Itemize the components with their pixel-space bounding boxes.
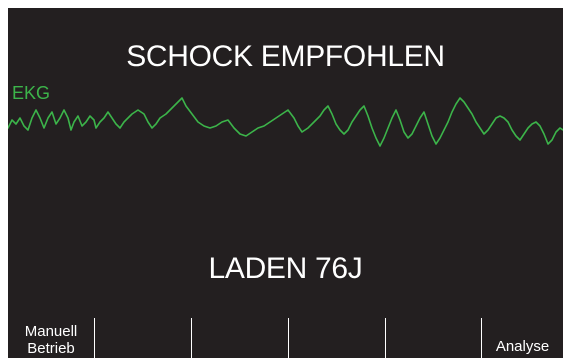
defibrillator-screen: SCHOCK EMPFOHLEN EKG LADEN 76J Manuell B… <box>8 8 563 358</box>
softkey-manual-mode-line2: Betrieb <box>27 340 75 357</box>
charge-status: LADEN 76J <box>208 252 363 285</box>
softkey-analyse[interactable]: Analyse <box>482 318 563 358</box>
ecg-waveform <box>8 97 563 147</box>
softkey-5[interactable] <box>386 318 481 358</box>
softkey-2[interactable] <box>95 318 191 358</box>
softkey-3[interactable] <box>192 318 288 358</box>
ecg-trace <box>8 97 563 147</box>
softkey-manual-mode[interactable]: Manuell Betrieb <box>8 318 94 358</box>
softkey-bar: Manuell Betrieb Analyse <box>8 318 563 358</box>
softkey-manual-mode-line1: Manuell <box>24 323 78 340</box>
softkey-analyse-label: Analyse <box>495 338 550 355</box>
softkey-4[interactable] <box>289 318 385 358</box>
shock-advised-message: SCHOCK EMPFOHLEN <box>126 40 445 73</box>
